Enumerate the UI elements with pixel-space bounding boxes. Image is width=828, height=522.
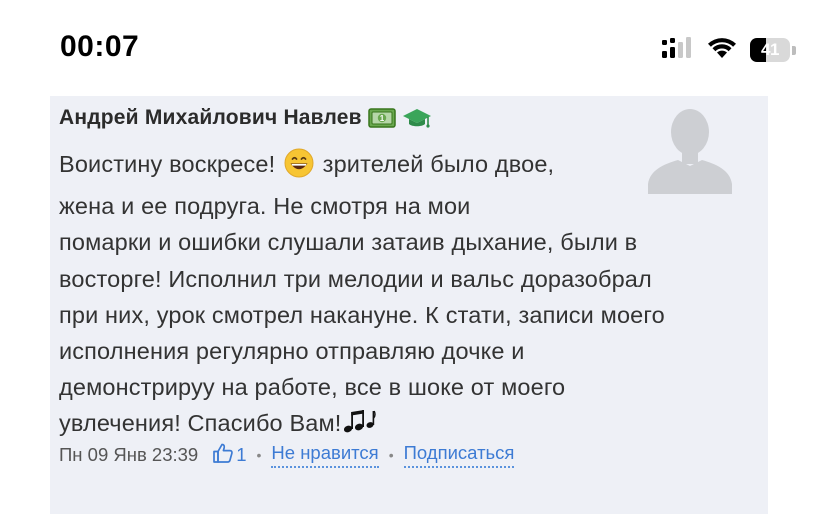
comment-line: исполнения регулярно отправляю дочке и	[59, 338, 525, 365]
comment-text-segment: Воистину воскресе!	[59, 151, 276, 177]
comment-text-segment: увлечения! Спасибо Вам!	[59, 410, 342, 437]
musical-notes-icon	[342, 409, 377, 445]
comment-card: Андрей Михайлович Навлев 1 Воистину воск…	[50, 96, 768, 514]
comment-text-segment: зрителей было двое,	[322, 151, 555, 177]
comment-text: Воистину воскресе! зрителей было двое, ж…	[59, 146, 759, 446]
dislike-link[interactable]: Не нравится	[271, 442, 379, 468]
subscribe-link[interactable]: Подписаться	[403, 442, 515, 468]
thumbs-up-icon	[212, 442, 234, 469]
battery-cap	[792, 45, 796, 55]
author-row: Андрей Михайлович Навлев 1	[59, 106, 432, 130]
comment-line: Воистину воскресе! зрителей было двое,	[59, 146, 759, 188]
grinning-face-emoji-icon	[284, 148, 314, 188]
screen: 00:07 41 Андрей Михайлович Навлев 1 Воис…	[0, 0, 828, 522]
status-icons: 41	[662, 36, 796, 64]
graduation-cap-icon	[402, 107, 432, 129]
battery-body: 41	[750, 38, 790, 62]
separator-dot: •	[256, 447, 262, 463]
status-bar: 00:07 41	[0, 0, 828, 96]
separator-dot: •	[388, 447, 394, 463]
battery-level: 41	[761, 40, 779, 59]
comment-line: увлечения! Спасибо Вам!	[59, 405, 759, 445]
author-name[interactable]: Андрей Михайлович Навлев	[59, 106, 362, 130]
comment-date: Пн 09 Янв 23:39	[59, 444, 199, 465]
wifi-icon	[706, 36, 738, 65]
svg-text:1: 1	[380, 114, 385, 123]
comment-meta: Пн 09 Янв 23:39 1 • Не нравится • Подпис…	[59, 442, 515, 469]
cellular-signal-icon	[662, 36, 694, 64]
like-button[interactable]: 1	[212, 442, 247, 469]
comment-line: помарки и ошибки слушали затаив дыхание,…	[59, 229, 638, 256]
status-time: 00:07	[60, 30, 140, 63]
like-count: 1	[236, 444, 247, 465]
comment-line: демонстрируу на работе, все в шоке от мо…	[59, 374, 566, 401]
money-badge-icon: 1	[368, 108, 396, 128]
battery-icon: 41	[750, 38, 796, 62]
comment-line: восторге! Исполнил три мелодии и вальс д…	[59, 265, 652, 292]
comment-line: жена и ее подруга. Не смотря на мои	[59, 193, 471, 220]
comment-line: при них, урок смотрел накануне. К стати,…	[59, 301, 665, 328]
